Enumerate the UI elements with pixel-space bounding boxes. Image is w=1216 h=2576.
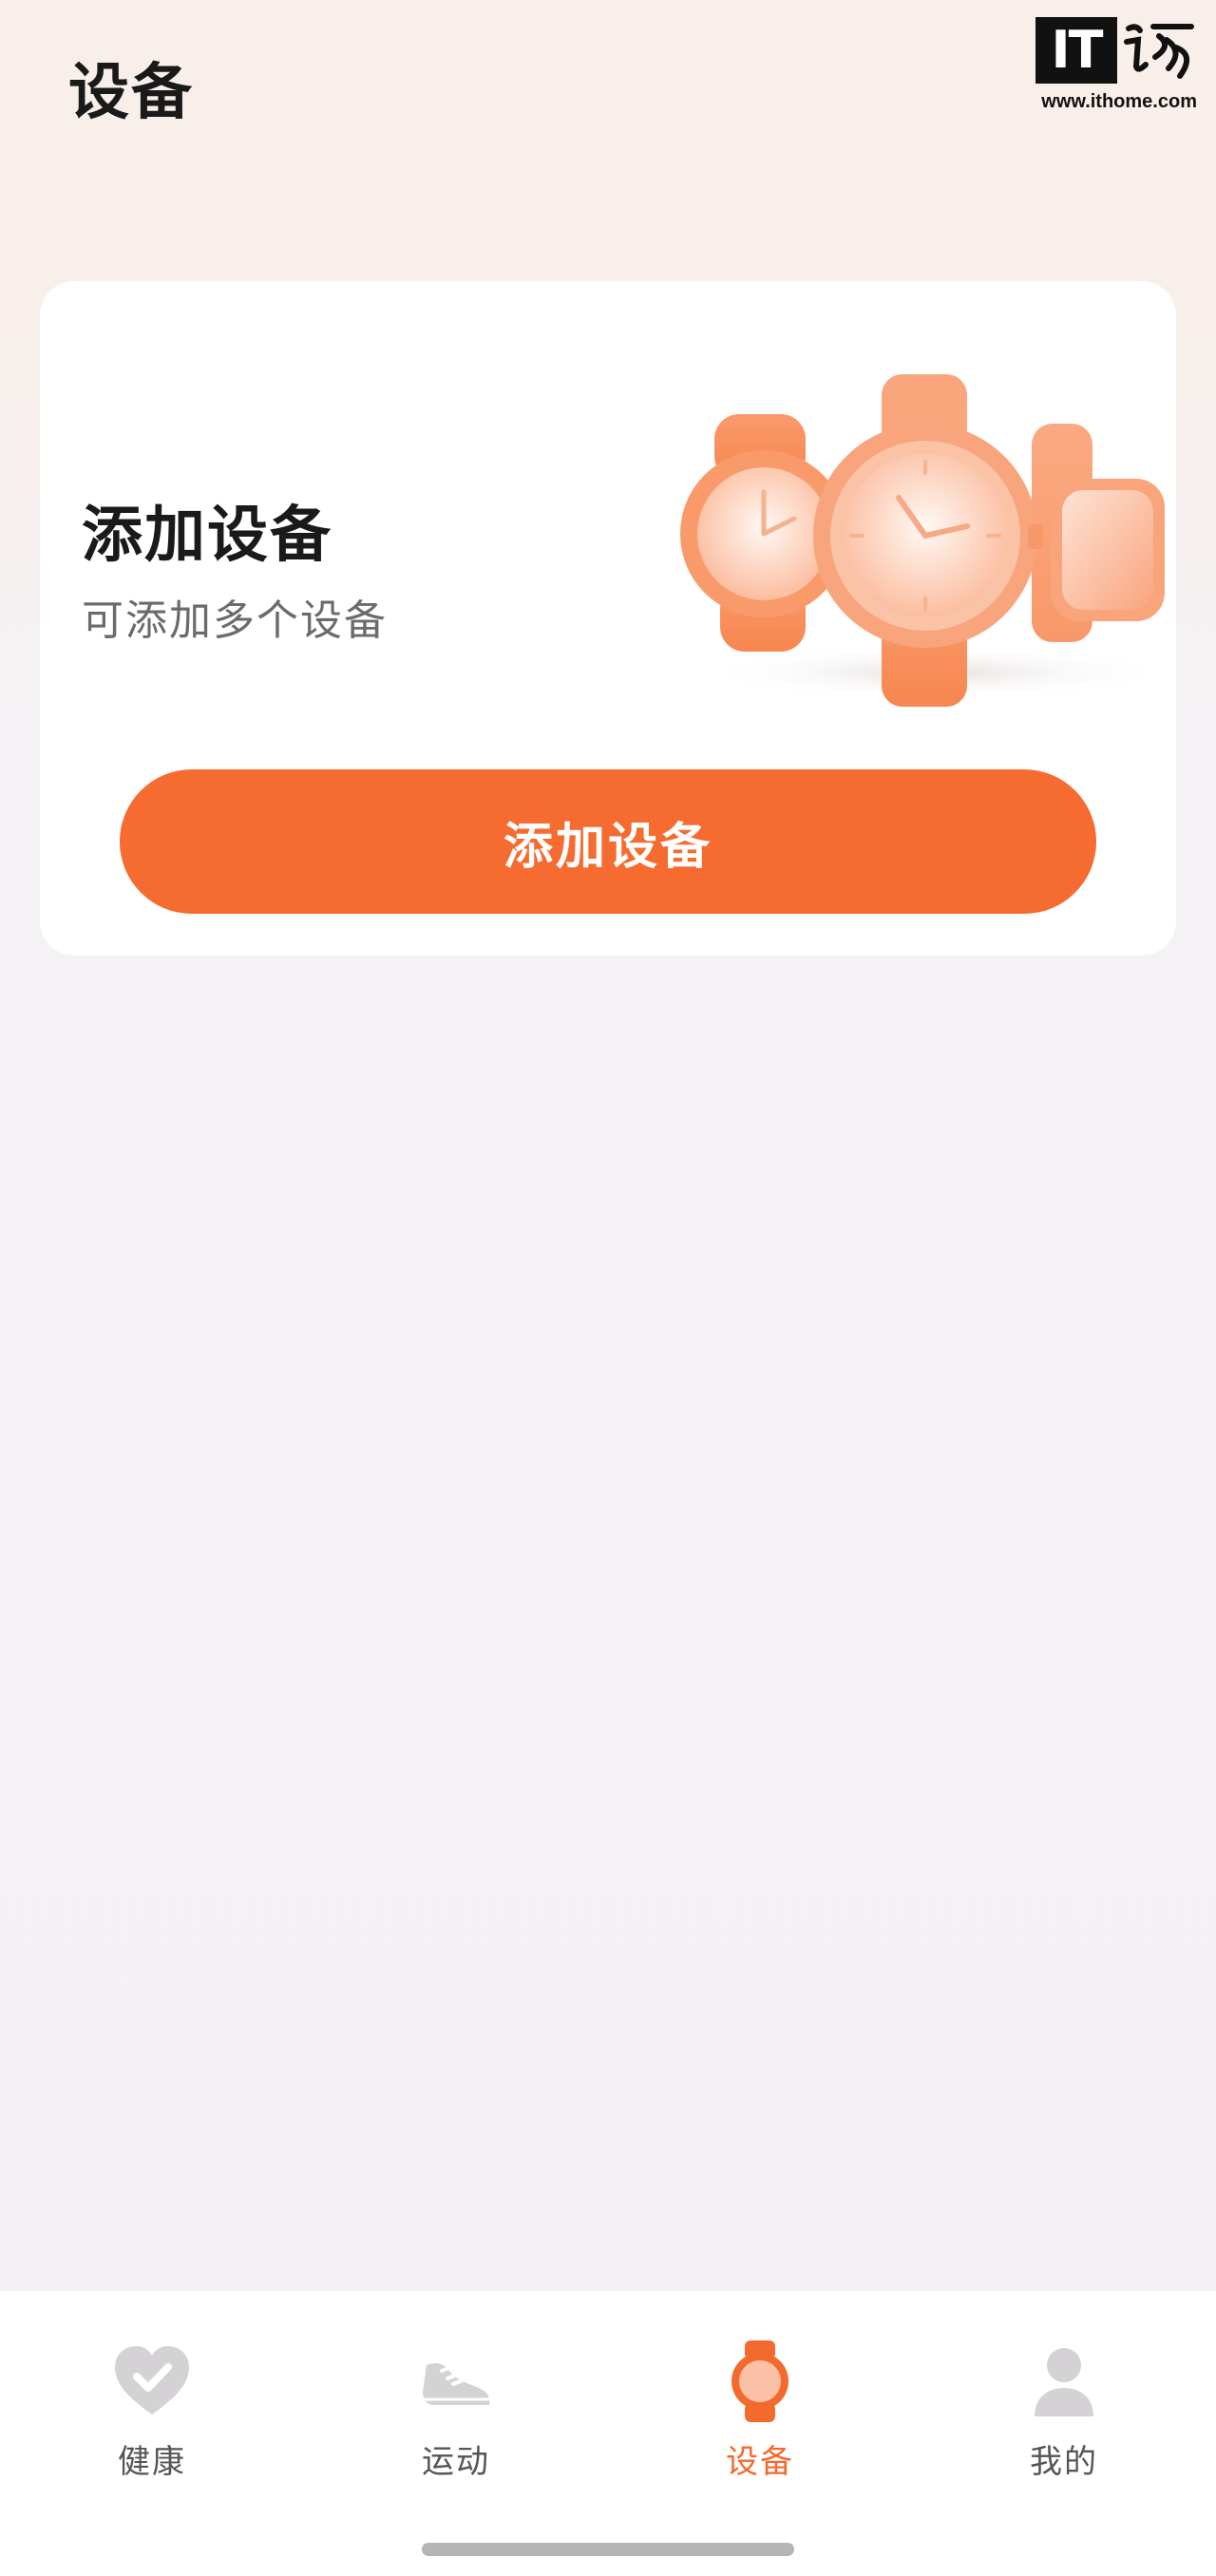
ithome-logo: IT bbox=[1036, 17, 1117, 84]
heart-check-icon bbox=[115, 2346, 189, 2415]
add-device-button[interactable]: 添加设备 bbox=[120, 769, 1096, 914]
tab-exercise-label: 运动 bbox=[422, 2443, 490, 2481]
tab-health[interactable]: 健康 bbox=[57, 2339, 247, 2491]
bottom-nav: 健康 运动 设备 我的 bbox=[0, 2291, 1216, 2576]
home-indicator[interactable] bbox=[422, 2543, 794, 2556]
ithome-watermark: IT www.ithome.com bbox=[1026, 17, 1197, 122]
tab-me-label: 我的 bbox=[1030, 2443, 1098, 2481]
tab-devices[interactable]: 设备 bbox=[665, 2339, 855, 2491]
page-title: 设备 bbox=[68, 58, 194, 128]
card-title: 添加设备 bbox=[82, 501, 332, 571]
tab-me[interactable]: 我的 bbox=[969, 2339, 1159, 2491]
running-shoe-icon bbox=[423, 2363, 490, 2405]
ithome-glyph-icon bbox=[1124, 24, 1194, 79]
tab-devices-label: 设备 bbox=[726, 2443, 794, 2481]
ithome-url: www.ithome.com bbox=[1041, 91, 1197, 112]
person-icon bbox=[1035, 2348, 1093, 2416]
watch-icon bbox=[732, 2340, 788, 2422]
tab-exercise[interactable]: 运动 bbox=[361, 2339, 551, 2491]
smartwatches-illustration-icon bbox=[680, 374, 1174, 707]
card-subtitle: 可添加多个设备 bbox=[82, 597, 388, 645]
add-device-card: 添加设备 可添加多个设备 添加设备 bbox=[40, 281, 1176, 956]
tab-health-label: 健康 bbox=[118, 2443, 186, 2481]
